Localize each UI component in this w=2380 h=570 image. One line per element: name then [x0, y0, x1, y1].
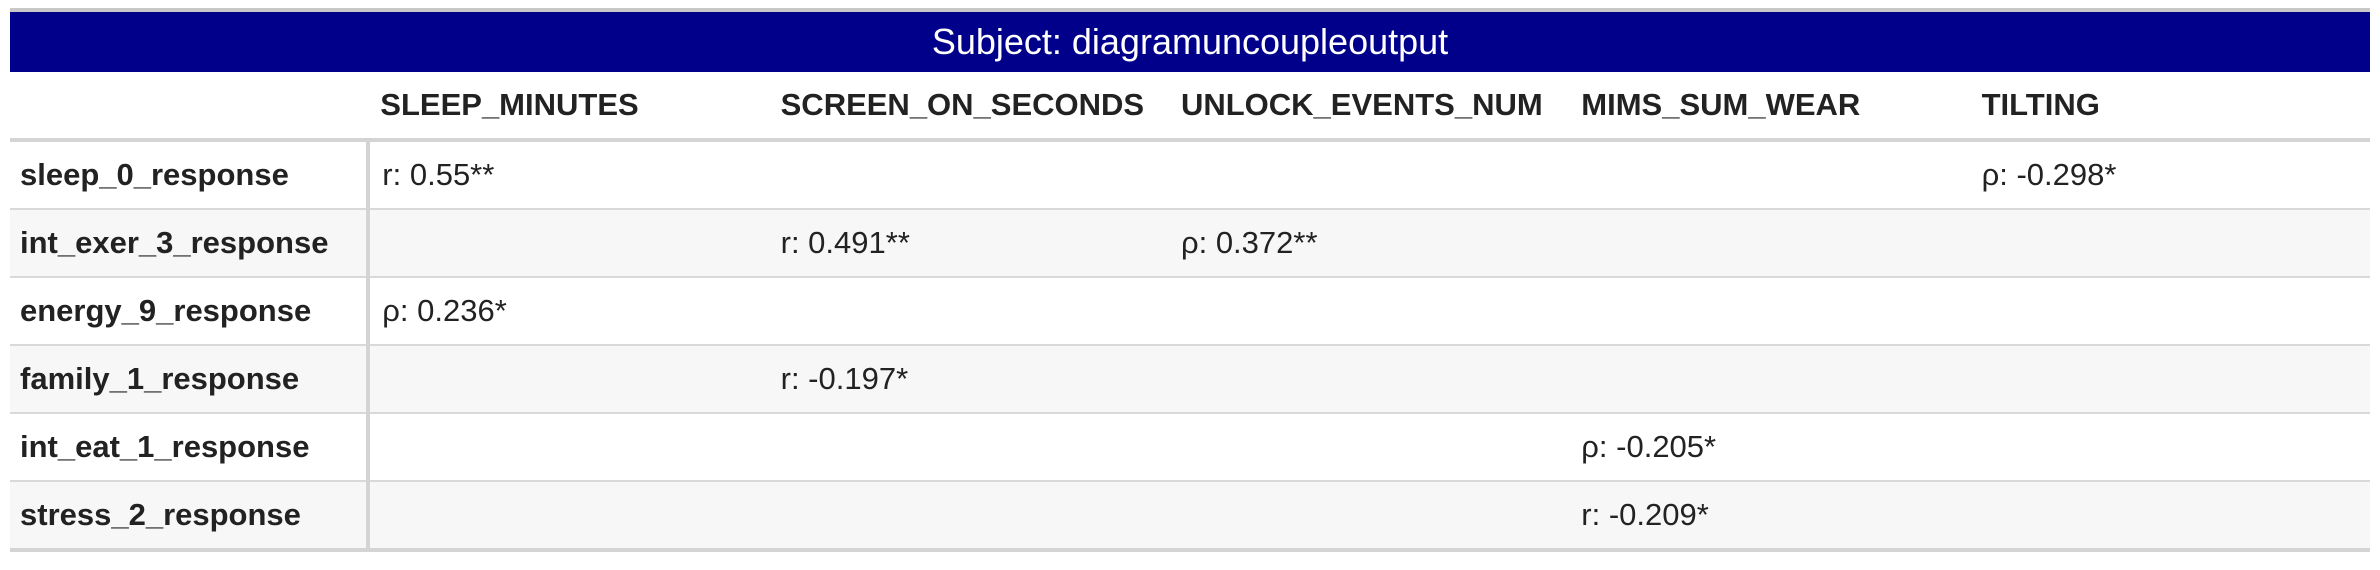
table-cell — [1168, 481, 1570, 552]
row-label: int_exer_3_response — [10, 209, 371, 278]
header-row: SLEEP_MINUTES SCREEN_ON_SECONDS UNLOCK_E… — [10, 72, 2370, 142]
row-label: energy_9_response — [10, 277, 371, 346]
table-cell — [1969, 413, 2370, 482]
table-row: energy_9_response ρ: 0.236* — [10, 277, 2370, 346]
table-cell: r: -0.197* — [768, 345, 1169, 414]
column-header: SLEEP_MINUTES — [368, 72, 769, 142]
correlation-report: Subject: diagramuncoupleoutput SLEEP_MIN… — [10, 8, 2370, 552]
column-header: TILTING — [1969, 72, 2370, 142]
table-cell — [368, 209, 769, 278]
table-cell — [1168, 277, 1570, 346]
table-cell — [368, 413, 769, 482]
table-cell: r: 0.491** — [768, 209, 1169, 278]
table-cell — [368, 345, 769, 414]
table-cell — [768, 277, 1169, 346]
table-cell — [768, 140, 1169, 210]
table-row: family_1_response r: -0.197* — [10, 345, 2370, 414]
table-cell: ρ: 0.372** — [1168, 209, 1570, 278]
column-header: MIMS_SUM_WEAR — [1569, 72, 1970, 142]
table-cell — [1969, 481, 2370, 552]
table-cell — [1168, 140, 1570, 210]
table-title: Subject: diagramuncoupleoutput — [10, 8, 2370, 72]
table-row: sleep_0_response r: 0.55** ρ: -0.298* — [10, 140, 2370, 210]
table-cell — [1569, 209, 1970, 278]
table-row: stress_2_response r: -0.209* — [10, 481, 2370, 552]
row-label: family_1_response — [10, 345, 371, 414]
table-row: int_exer_3_response r: 0.491** ρ: 0.372*… — [10, 209, 2370, 278]
table-cell — [768, 413, 1169, 482]
table-cell — [1969, 209, 2370, 278]
table-cell — [768, 481, 1169, 552]
table-cell: ρ: -0.298* — [1969, 140, 2370, 210]
table-cell — [368, 481, 769, 552]
table-cell: r: -0.209* — [1569, 481, 1970, 552]
table-cell — [1569, 345, 1970, 414]
table-cell — [1569, 140, 1970, 210]
column-header: UNLOCK_EVENTS_NUM — [1168, 72, 1570, 142]
row-label: sleep_0_response — [10, 140, 371, 210]
table-cell: ρ: 0.236* — [368, 277, 769, 346]
table-cell: r: 0.55** — [368, 140, 769, 210]
table-cell — [1168, 345, 1570, 414]
row-label: int_eat_1_response — [10, 413, 371, 482]
header-corner-cell — [10, 72, 369, 142]
row-label: stress_2_response — [10, 481, 371, 552]
column-header: SCREEN_ON_SECONDS — [768, 72, 1169, 142]
table-cell — [1969, 345, 2370, 414]
correlation-table: SLEEP_MINUTES SCREEN_ON_SECONDS UNLOCK_E… — [10, 72, 2370, 552]
table-cell — [1168, 413, 1570, 482]
table-cell — [1969, 277, 2370, 346]
table-cell — [1569, 277, 1970, 346]
table-cell: ρ: -0.205* — [1569, 413, 1970, 482]
table-row: int_eat_1_response ρ: -0.205* — [10, 413, 2370, 482]
